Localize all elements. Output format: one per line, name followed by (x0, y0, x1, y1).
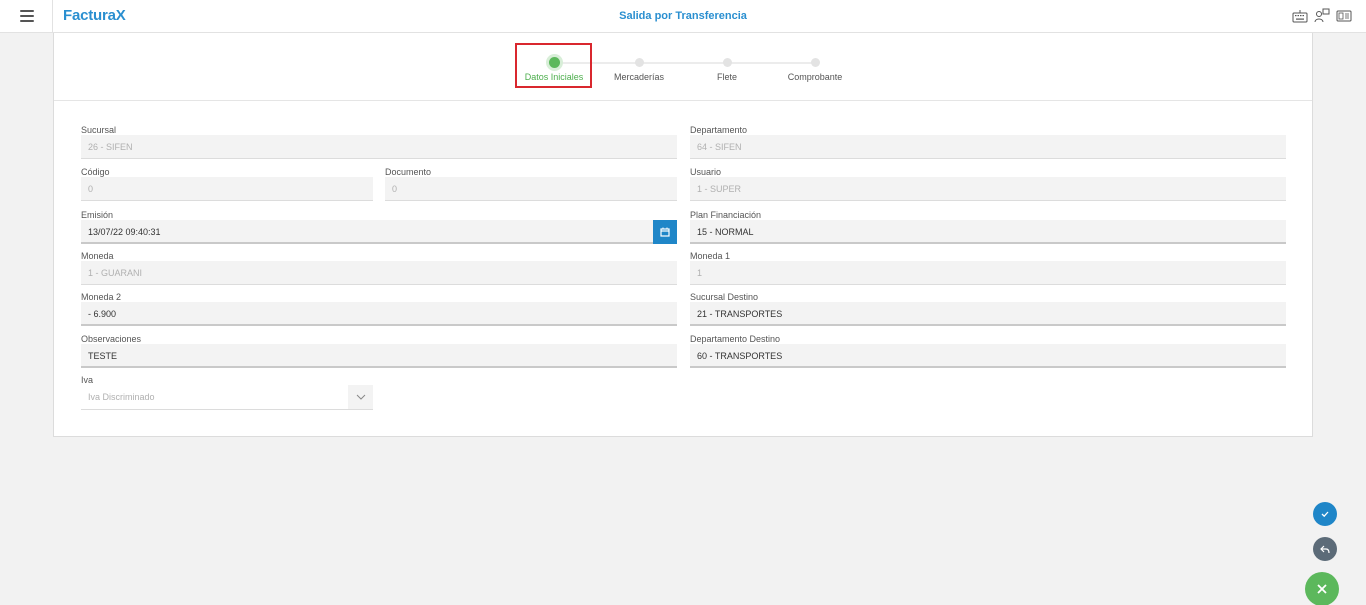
sucursal-field[interactable]: 26 - SIFEN (81, 135, 677, 159)
codigo-field[interactable]: 0 (81, 177, 373, 201)
iva-selected-value: Iva Discriminado (88, 392, 155, 402)
calendar-icon (660, 227, 670, 237)
iva-select[interactable]: Iva Discriminado (81, 385, 373, 410)
observaciones-input[interactable]: TESTE (81, 344, 677, 368)
header-icons (1292, 8, 1352, 24)
moneda2-input[interactable]: - 6.900 (81, 302, 677, 326)
documento-field[interactable]: 0 (385, 177, 677, 201)
form-card: Datos Iniciales Mercaderías Flete Compro… (53, 33, 1313, 437)
departamento-destino-input[interactable]: 60 - TRANSPORTES (690, 344, 1286, 368)
calendar-button[interactable] (653, 220, 677, 244)
close-button[interactable] (1305, 572, 1339, 605)
users-icon[interactable] (1314, 8, 1330, 24)
page-title: Salida por Transferencia (619, 10, 747, 22)
emision-input[interactable]: 13/07/22 09:40:31 (81, 220, 653, 244)
moneda2-label: Moneda 2 (81, 292, 122, 302)
departamento-label: Departamento (690, 125, 748, 135)
plan-financiacion-label: Plan Financiación (690, 210, 762, 220)
top-bar: FacturaX Salida por Transferencia (0, 0, 1366, 33)
wizard-stepper: Datos Iniciales Mercaderías Flete Compro… (54, 33, 1312, 101)
step-mercaderias[interactable]: Mercaderías (594, 57, 684, 82)
sucursal-destino-label: Sucursal Destino (690, 292, 759, 302)
step-label: Datos Iniciales (524, 72, 584, 82)
step-label: Comprobante (787, 72, 843, 82)
moneda-label: Moneda (81, 251, 114, 261)
moneda-field[interactable]: 1 - GUARANI (81, 261, 677, 285)
step-dot (548, 57, 560, 68)
reply-icon (1320, 545, 1330, 554)
step-label: Flete (716, 72, 737, 82)
card-reader-icon[interactable] (1336, 8, 1352, 24)
check-icon (1321, 511, 1329, 518)
moneda1-field[interactable]: 1 (690, 261, 1286, 285)
confirm-button[interactable] (1313, 502, 1337, 526)
step-dot (810, 58, 820, 67)
iva-label: Iva (81, 375, 94, 385)
sucursal-label: Sucursal (81, 125, 117, 135)
chevron-down-icon[interactable] (348, 385, 373, 409)
keyboard-icon[interactable] (1292, 8, 1308, 24)
step-datos-iniciales[interactable]: Datos Iniciales (509, 57, 599, 82)
documento-label: Documento (385, 167, 432, 177)
observaciones-label: Observaciones (81, 334, 142, 344)
usuario-label: Usuario (690, 167, 722, 177)
close-icon (1317, 584, 1327, 594)
usuario-field[interactable]: 1 - SUPER (690, 177, 1286, 201)
moneda1-label: Moneda 1 (690, 251, 731, 261)
codigo-label: Código (81, 167, 110, 177)
sucursal-destino-input[interactable]: 21 - TRANSPORTES (690, 302, 1286, 326)
step-label: Mercaderías (613, 72, 665, 82)
step-dot (634, 58, 644, 67)
step-dot (722, 58, 732, 67)
step-flete[interactable]: Flete (682, 57, 772, 82)
plan-financiacion-input[interactable]: 15 - NORMAL (690, 220, 1286, 244)
emision-label: Emisión (81, 210, 114, 220)
step-comprobante[interactable]: Comprobante (770, 57, 860, 82)
back-button[interactable] (1313, 537, 1337, 561)
departamento-destino-label: Departamento Destino (690, 334, 781, 344)
departamento-field[interactable]: 64 - SIFEN (690, 135, 1286, 159)
